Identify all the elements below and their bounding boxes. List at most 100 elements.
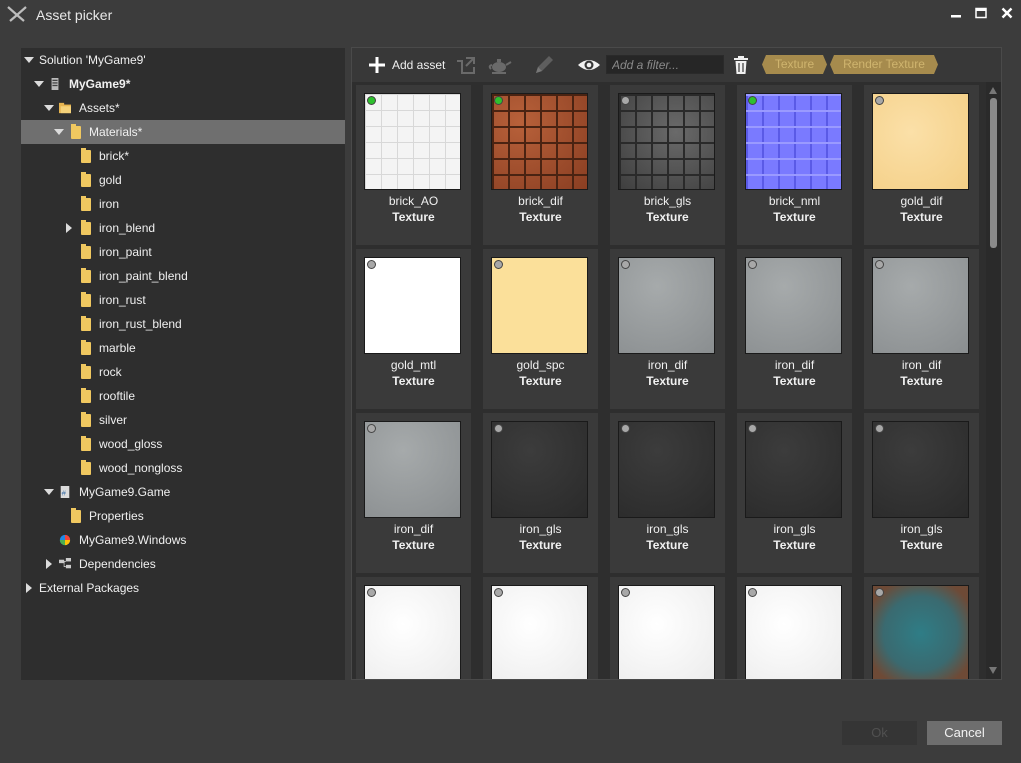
close-button[interactable] <box>998 6 1016 22</box>
tree-item-iron-rust[interactable]: iron_rust <box>21 288 345 312</box>
expand-arrow-icon[interactable] <box>43 480 55 504</box>
tree-item-label: iron <box>99 197 120 211</box>
tree-item-brick[interactable]: brick* <box>21 144 345 168</box>
tree-item-marble[interactable]: marble <box>21 336 345 360</box>
tree-item-materials[interactable]: Materials* <box>21 120 345 144</box>
status-dot-icon <box>367 260 376 269</box>
asset-tile[interactable]: brick_dif Texture <box>483 85 598 245</box>
status-dot-icon <box>367 424 376 433</box>
delete-button[interactable] <box>732 53 750 77</box>
asset-tile[interactable]: iron_dif Texture <box>737 249 852 409</box>
tree-item-wood-nongloss[interactable]: wood_nongloss <box>21 456 345 480</box>
tree-item-external-packages[interactable]: External Packages <box>21 576 345 600</box>
asset-tile[interactable]: iron_dif Texture <box>610 249 725 409</box>
cancel-button[interactable]: Cancel <box>927 721 1002 745</box>
tree-item-mygame9-game[interactable]: # MyGame9.Game <box>21 480 345 504</box>
asset-name: brick_gls <box>643 194 692 208</box>
solution-tree[interactable]: Solution 'MyGame9' MyGame9* Assets* Materia… <box>21 48 345 680</box>
scroll-up-icon[interactable] <box>989 87 997 94</box>
tree-item-properties[interactable]: Properties <box>21 504 345 528</box>
asset-type: Texture <box>900 374 943 388</box>
filter-input[interactable] <box>606 55 724 74</box>
asset-tile[interactable]: brick_AO Texture <box>356 85 471 245</box>
visibility-toggle[interactable] <box>577 53 601 77</box>
tree-item-mygame9[interactable]: MyGame9* <box>21 72 345 96</box>
status-dot-icon <box>875 588 884 597</box>
folder-icon <box>81 316 91 331</box>
asset-tile[interactable] <box>737 577 852 679</box>
asset-thumbnail <box>618 93 715 190</box>
asset-tile[interactable]: gold_spc Texture <box>483 249 598 409</box>
asset-tile[interactable]: brick_gls Texture <box>610 85 725 245</box>
tree-item-gold[interactable]: gold <box>21 168 345 192</box>
expand-arrow-icon[interactable] <box>43 96 55 120</box>
close-icon <box>1001 7 1013 19</box>
filter-tag-texture[interactable]: Texture <box>762 55 827 74</box>
minimize-button[interactable] <box>947 6 965 22</box>
tree-item-silver[interactable]: silver <box>21 408 345 432</box>
filter-tag-render-texture[interactable]: Render Texture <box>830 55 938 74</box>
asset-type: Texture <box>646 374 689 388</box>
tree-item-label: External Packages <box>39 581 140 595</box>
filter-tag-label: Texture <box>774 57 815 71</box>
maximize-button[interactable] <box>972 6 990 22</box>
asset-tile[interactable] <box>483 577 598 679</box>
folder-icon <box>81 340 91 355</box>
tree-item-iron-rust-blend[interactable]: iron_rust_blend <box>21 312 345 336</box>
tree-item-assets[interactable]: Assets* <box>21 96 345 120</box>
project-icon <box>51 78 59 90</box>
asset-type: Texture <box>646 210 689 224</box>
asset-tile[interactable]: gold_dif Texture <box>864 85 979 245</box>
asset-tile[interactable] <box>610 577 725 679</box>
tree-item-rooftile[interactable]: rooftile <box>21 384 345 408</box>
tree-item-wood-gloss[interactable]: wood_gloss <box>21 432 345 456</box>
asset-thumbnail <box>872 93 969 190</box>
expand-arrow-icon[interactable] <box>53 120 65 144</box>
asset-grid-scrollbar[interactable] <box>986 82 1001 679</box>
status-dot-icon <box>621 588 630 597</box>
tree-item-rock[interactable]: rock <box>21 360 345 384</box>
asset-tile[interactable]: iron_gls Texture <box>737 413 852 573</box>
asset-tile[interactable]: brick_nml Texture <box>737 85 852 245</box>
tree-item-iron-blend[interactable]: iron_blend <box>21 216 345 240</box>
collapse-arrow-icon[interactable] <box>23 576 35 600</box>
asset-tile[interactable]: iron_gls Texture <box>610 413 725 573</box>
asset-view-panel: Add asset Texture Render Texture brick_A… <box>351 47 1002 680</box>
tree-item-iron-paint-blend[interactable]: iron_paint_blend <box>21 264 345 288</box>
tree-item-iron-paint[interactable]: iron_paint <box>21 240 345 264</box>
collapse-arrow-icon[interactable] <box>63 216 75 240</box>
collapse-arrow-icon[interactable] <box>43 552 55 576</box>
asset-tile[interactable]: iron_gls Texture <box>483 413 598 573</box>
asset-tile[interactable] <box>864 577 979 679</box>
asset-tile[interactable]: gold_mtl Texture <box>356 249 471 409</box>
expand-arrow-icon[interactable] <box>23 48 35 72</box>
folder-icon <box>81 412 91 427</box>
asset-tile[interactable]: iron_gls Texture <box>864 413 979 573</box>
tree-item-solution-mygame9[interactable]: Solution 'MyGame9' <box>21 48 345 72</box>
asset-tile[interactable]: iron_dif Texture <box>356 413 471 573</box>
tree-item-dependencies[interactable]: Dependencies <box>21 552 345 576</box>
status-dot-icon <box>748 260 757 269</box>
asset-thumbnail <box>491 585 588 679</box>
asset-type: Texture <box>519 210 562 224</box>
preview-button[interactable] <box>486 53 512 77</box>
ok-button[interactable]: Ok <box>842 721 917 745</box>
asset-type: Texture <box>519 538 562 552</box>
minimize-icon <box>951 15 961 18</box>
asset-tile[interactable] <box>356 577 471 679</box>
tree-item-iron[interactable]: iron <box>21 192 345 216</box>
scroll-down-icon[interactable] <box>989 667 997 674</box>
add-asset-button[interactable]: Add asset <box>366 53 446 77</box>
asset-type: Texture <box>392 538 435 552</box>
asset-tile[interactable]: iron_dif Texture <box>864 249 979 409</box>
tree-item-mygame9-windows[interactable]: MyGame9.Windows <box>21 528 345 552</box>
status-dot-icon <box>621 260 630 269</box>
eye-icon <box>578 60 600 70</box>
show-in-explorer-button[interactable] <box>454 53 478 77</box>
folder-icon <box>81 172 91 187</box>
asset-thumbnail <box>618 257 715 354</box>
scroll-thumb[interactable] <box>990 98 997 248</box>
edit-button[interactable] <box>532 53 556 77</box>
folder-icon <box>81 436 91 451</box>
expand-arrow-icon[interactable] <box>33 72 45 96</box>
